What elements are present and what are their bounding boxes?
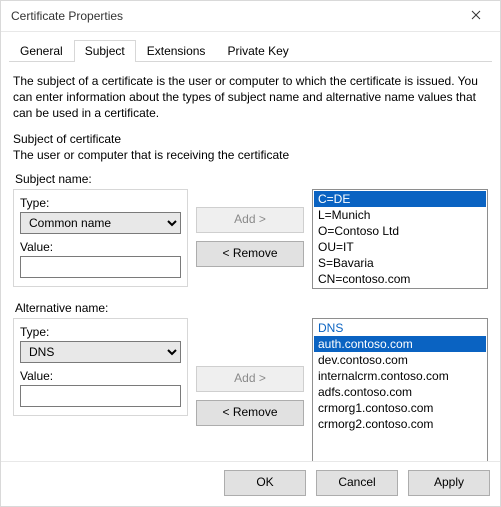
tab-content-subject: The subject of a certificate is the user… (1, 63, 500, 461)
subject-type-select[interactable]: Common name (20, 212, 181, 234)
close-icon (471, 9, 481, 23)
subject-add-button[interactable]: Add > (196, 207, 304, 233)
list-item[interactable]: OU=IT (314, 239, 486, 255)
subject-name-row: Type: Common name Value: Add > < Remove … (13, 189, 488, 289)
alt-value-input[interactable] (20, 385, 181, 407)
tab-private-key[interactable]: Private Key (216, 40, 299, 62)
titlebar: Certificate Properties (1, 1, 500, 32)
alt-type-select[interactable]: DNS (20, 341, 181, 363)
alt-listbox[interactable]: DNS auth.contoso.com dev.contoso.com int… (312, 318, 488, 461)
alternative-name-row: Type: DNS Value: Add > < Remove DNS auth… (13, 318, 488, 461)
close-button[interactable] (456, 2, 496, 30)
intro-text: The subject of a certificate is the user… (13, 73, 488, 122)
subject-value-label: Value: (20, 240, 181, 254)
list-item[interactable]: auth.contoso.com (314, 336, 486, 352)
window-title: Certificate Properties (11, 9, 123, 23)
apply-button[interactable]: Apply (408, 470, 490, 496)
ok-button[interactable]: OK (224, 470, 306, 496)
tab-subject[interactable]: Subject (74, 40, 136, 62)
dialog-button-row: OK Cancel Apply (1, 461, 500, 506)
list-heading-dns: DNS (314, 320, 486, 336)
dialog-window: Certificate Properties General Subject E… (0, 0, 501, 507)
tab-extensions[interactable]: Extensions (136, 40, 217, 62)
list-item[interactable]: crmorg1.contoso.com (314, 400, 486, 416)
alternative-name-group-label: Alternative name: (15, 301, 488, 315)
list-item[interactable]: adfs.contoso.com (314, 384, 486, 400)
subject-value-input[interactable] (20, 256, 181, 278)
list-item[interactable]: crmorg2.contoso.com (314, 416, 486, 432)
list-item[interactable]: S=Bavaria (314, 255, 486, 271)
subject-name-fieldbox: Type: Common name Value: (13, 189, 188, 287)
alt-remove-button[interactable]: < Remove (196, 400, 304, 426)
subject-of-certificate-sub: The user or computer that is receiving t… (13, 148, 488, 162)
tab-general[interactable]: General (9, 40, 74, 62)
alt-value-label: Value: (20, 369, 181, 383)
tab-strip: General Subject Extensions Private Key (9, 38, 492, 62)
subject-listbox[interactable]: C=DE L=Munich O=Contoso Ltd OU=IT S=Bava… (312, 189, 488, 289)
alt-name-fieldbox: Type: DNS Value: (13, 318, 188, 416)
list-item[interactable]: dev.contoso.com (314, 352, 486, 368)
subject-of-certificate-heading: Subject of certificate (13, 132, 488, 146)
list-item[interactable]: CN=contoso.com (314, 271, 486, 287)
subject-remove-button[interactable]: < Remove (196, 241, 304, 267)
subject-name-group-label: Subject name: (15, 172, 488, 186)
alt-add-button[interactable]: Add > (196, 366, 304, 392)
cancel-button[interactable]: Cancel (316, 470, 398, 496)
alt-type-label: Type: (20, 325, 181, 339)
list-item[interactable]: internalcrm.contoso.com (314, 368, 486, 384)
list-item[interactable]: L=Munich (314, 207, 486, 223)
list-item[interactable]: O=Contoso Ltd (314, 223, 486, 239)
subject-type-label: Type: (20, 196, 181, 210)
list-item[interactable]: C=DE (314, 191, 486, 207)
